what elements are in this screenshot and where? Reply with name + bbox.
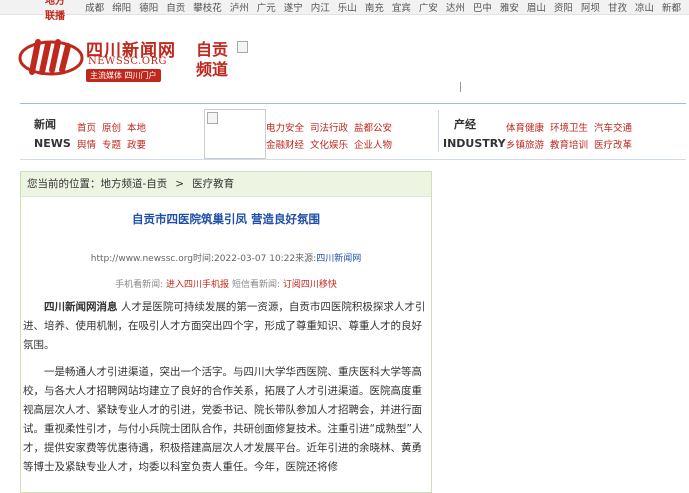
- broken-image-icon: [207, 112, 218, 124]
- channel-title: 自贡 频道: [196, 40, 228, 80]
- article-paragraph: 一是畅通人才引进渠道，突出一个活字。与四川大学华西医院、重庆医科大学等高校，与各…: [23, 366, 423, 473]
- city-link[interactable]: 眉山: [527, 0, 546, 14]
- city-link[interactable]: 巴中: [473, 0, 492, 14]
- city-link[interactable]: 南充: [365, 0, 384, 14]
- sms-news-label: 短信看新闻:: [231, 280, 280, 290]
- nav-link[interactable]: 专题: [102, 137, 121, 151]
- mobile-news-link[interactable]: 进入四川手机报: [166, 280, 229, 290]
- nav-link[interactable]: 司法行政: [310, 120, 348, 134]
- sms-news-link[interactable]: 订阅四川移快: [283, 280, 337, 290]
- logo-domain: NEWSSC.ORG: [88, 56, 168, 67]
- city-link[interactable]: 甘孜: [608, 0, 627, 14]
- city-link[interactable]: 达州: [446, 0, 465, 14]
- nav-industry-title: 产经: [454, 118, 476, 131]
- city-link[interactable]: 宜宾: [392, 0, 411, 14]
- city-link[interactable]: 新都: [662, 0, 681, 14]
- city-link[interactable]: 绵阳: [112, 0, 131, 14]
- nav-link[interactable]: 盐都公安: [354, 120, 392, 134]
- city-link[interactable]: 资阳: [554, 0, 573, 14]
- nav-link[interactable]: 政要: [127, 137, 146, 151]
- nav-link[interactable]: 原创: [102, 120, 121, 134]
- nav-link[interactable]: 电力安全: [266, 120, 304, 134]
- nav-link[interactable]: 教育培训: [550, 137, 588, 151]
- article-paragraph: 四川新闻网消息 人才是医院可持续发展的第一资源，自贡市四医院积极探求人才引进、培…: [23, 298, 427, 355]
- nav-link[interactable]: 文化娱乐: [310, 137, 348, 151]
- city-link[interactable]: 攀枝花: [193, 0, 222, 14]
- mobile-news-label: 手机看新闻:: [115, 280, 164, 290]
- nav-industry-title-en: INDUSTRY: [443, 137, 506, 150]
- nav-link[interactable]: 本地: [127, 120, 146, 134]
- city-link[interactable]: 广元: [257, 0, 276, 14]
- mobile-news-bar: 手机看新闻: 进入四川手机报 短信看新闻: 订阅四川移快: [21, 277, 431, 290]
- article-meta: http://www.newssc.org时间:2022-03-07 10:22…: [21, 251, 431, 264]
- nav-news-title: 新闻: [34, 118, 56, 131]
- breadcrumb-link-category[interactable]: 医疗教育: [192, 178, 234, 190]
- city-bar-title: 地方联播: [45, 0, 65, 22]
- nav-news-links-row1: 首页 原创 本地: [77, 120, 152, 134]
- nav-link[interactable]: 体育健康: [506, 120, 544, 134]
- nav-industry-links-row1: 体育健康 环境卫生 汽车交通: [506, 120, 638, 134]
- city-bar: 地方联播 成都 绵阳 德阳 自贡 攀枝花 泸州 广元 遂宁 内江 乐山 南充 宜…: [0, 0, 689, 22]
- city-link[interactable]: 泸州: [230, 0, 249, 14]
- city-link[interactable]: 广安: [419, 0, 438, 14]
- nav-mid-links-row2: 金融财经 文化娱乐 企业人物: [266, 137, 398, 151]
- nav-link[interactable]: 环境卫生: [550, 120, 588, 134]
- channel-title-line: 自贡: [196, 40, 229, 59]
- city-link[interactable]: 德阳: [139, 0, 158, 14]
- breadcrumb-prefix: 您当前的位置：: [27, 178, 101, 190]
- channel-title-line: 频道: [196, 60, 229, 79]
- nav-link[interactable]: 首页: [77, 120, 96, 134]
- breadcrumb-separator: >: [175, 178, 185, 190]
- article-source[interactable]: 四川新闻网: [316, 254, 361, 264]
- city-link[interactable]: 凉山: [635, 0, 654, 14]
- city-link[interactable]: 雅安: [500, 0, 519, 14]
- nav-news-title-en: NEWS: [34, 137, 71, 150]
- logo-mark-icon: [18, 39, 84, 76]
- nav-link[interactable]: 汽车交通: [594, 120, 632, 134]
- nav-link[interactable]: 医疗改革: [594, 137, 632, 151]
- breadcrumb: 您当前的位置：地方频道-自贡 > 医疗教育: [21, 172, 431, 197]
- city-link[interactable]: 遂宁: [284, 0, 303, 14]
- nav-link[interactable]: 乡镇旅游: [506, 137, 544, 151]
- main-nav: 新闻 NEWS 首页 原创 本地 舆情 专题 政要 电力安全 司法行政 盐都公安…: [20, 103, 686, 160]
- nav-divider: [438, 110, 439, 152]
- site-logo[interactable]: 四川新闻网 NEWSSC.ORG 主流媒体 四川门户: [18, 34, 183, 82]
- breadcrumb-link-channel[interactable]: 地方频道-自贡: [101, 178, 168, 190]
- nav-link[interactable]: 舆情: [77, 137, 96, 151]
- city-link[interactable]: 自贡: [166, 0, 185, 14]
- nav-mid-links-row1: 电力安全 司法行政 盐都公安: [266, 120, 398, 134]
- city-links: 成都 绵阳 德阳 自贡 攀枝花 泸州 广元 遂宁 内江 乐山 南充 宜宾 广安 …: [85, 0, 689, 14]
- article-body: 四川新闻网消息 人才是医院可持续发展的第一资源，自贡市四医院积极探求人才引进、培…: [21, 298, 431, 477]
- logo-slogan: 主流媒体 四川门户: [86, 69, 161, 82]
- nav-link[interactable]: 金融财经: [266, 137, 304, 151]
- city-link[interactable]: 成都: [85, 0, 104, 14]
- article-title: 自贡市四医院筑巢引凤 营造良好氛围: [131, 212, 320, 226]
- header-divider: [460, 82, 461, 92]
- nav-link[interactable]: 企业人物: [354, 137, 392, 151]
- article-lead: 四川新闻网消息: [44, 301, 118, 313]
- nav-banner-image[interactable]: [204, 109, 266, 159]
- city-link[interactable]: 阿坝: [581, 0, 600, 14]
- broken-image-icon: [237, 41, 248, 53]
- city-link[interactable]: 内江: [311, 0, 330, 14]
- article-url: http://www.newssc.org: [90, 254, 194, 264]
- article-box: 您当前的位置：地方频道-自贡 > 医疗教育 自贡市四医院筑巢引凤 营造良好氛围 ht…: [20, 171, 432, 493]
- nav-industry-links-row2: 乡镇旅游 教育培训 医疗改革: [506, 137, 638, 151]
- nav-news-links-row2: 舆情 专题 政要: [77, 137, 152, 151]
- city-link[interactable]: 乐山: [338, 0, 357, 14]
- article-time: 时间:2022-03-07 10:22: [193, 254, 296, 264]
- article-source-label: 来源:: [295, 254, 317, 264]
